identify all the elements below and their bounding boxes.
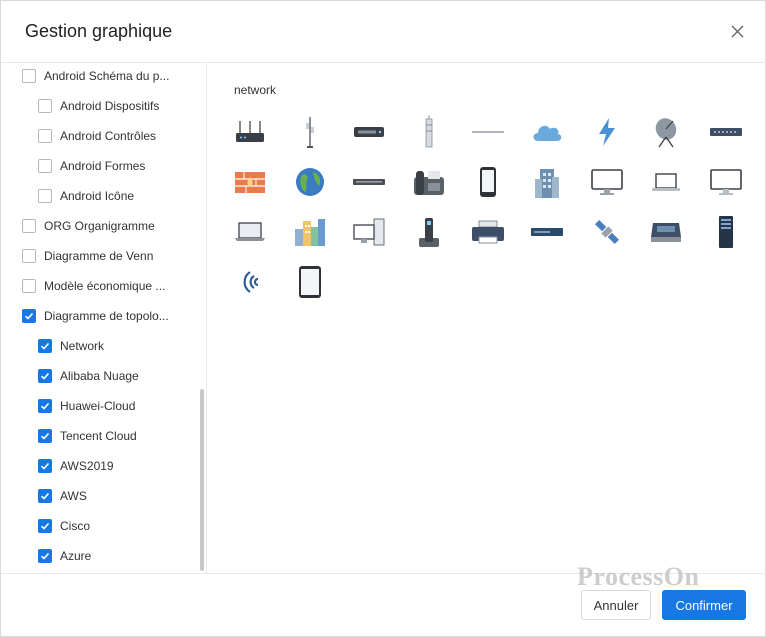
checkbox[interactable]	[38, 159, 52, 173]
checkbox-checked[interactable]	[38, 549, 52, 563]
tree-item-android-formes[interactable]: Android Formes	[38, 156, 145, 176]
tree-item-label: Modèle économique ...	[44, 279, 166, 293]
checkbox[interactable]	[22, 69, 36, 83]
fax-machine-icon[interactable]	[405, 160, 453, 204]
tree-item-label: Android Icône	[60, 189, 135, 203]
server-tower-icon[interactable]	[702, 210, 750, 254]
rack-server-icon[interactable]	[523, 210, 571, 254]
tree-item-label: Cisco	[60, 519, 91, 533]
dialog-title: Gestion graphique	[25, 21, 173, 41]
tree-item-alibaba[interactable]: Alibaba Nuage	[38, 366, 139, 386]
sidebar-scrollbar[interactable]	[200, 389, 204, 571]
city-buildings-icon[interactable]	[286, 210, 334, 254]
notebook-icon[interactable]	[226, 210, 274, 254]
router-icon[interactable]	[226, 110, 274, 154]
patch-panel-icon[interactable]	[702, 110, 750, 154]
scanner-icon[interactable]	[642, 210, 690, 254]
satellite-icon[interactable]	[583, 210, 631, 254]
tree-item-modele-economique[interactable]: Modèle économique ...	[22, 276, 165, 296]
checkbox-checked[interactable]	[38, 489, 52, 503]
tree-item-tencent[interactable]: Tencent Cloud	[38, 426, 137, 446]
processon-watermark: ProcessOn	[577, 562, 700, 591]
checkbox-checked[interactable]	[38, 519, 52, 533]
radio-tower-icon[interactable]	[405, 110, 453, 154]
shape-panel: network	[208, 63, 766, 573]
tree-item-aws2019[interactable]: AWS2019	[38, 456, 114, 476]
tree-item-android-icone[interactable]: Android Icône	[38, 186, 134, 206]
tree-item-label: Tencent Cloud	[60, 429, 137, 443]
checkbox-checked[interactable]	[38, 369, 52, 383]
category-tree: Android Schéma du p... Android Dispositi…	[1, 63, 207, 573]
tree-item-huawei[interactable]: Huawei-Cloud	[38, 396, 135, 416]
tree-item-cisco[interactable]: Cisco	[38, 516, 90, 536]
checkbox[interactable]	[38, 99, 52, 113]
tree-item-topologie[interactable]: Diagramme de topolo...	[22, 306, 169, 326]
checkbox[interactable]	[22, 249, 36, 263]
tree-item-label: Android Contrôles	[60, 129, 157, 143]
tree-item-label: Android Dispositifs	[60, 99, 160, 113]
checkbox[interactable]	[22, 279, 36, 293]
laptop-icon[interactable]	[642, 160, 690, 204]
cloud-icon[interactable]	[523, 110, 571, 154]
smartphone-icon[interactable]	[464, 160, 512, 204]
tree-item-label: Network	[60, 339, 105, 353]
firewall-icon[interactable]	[226, 160, 274, 204]
close-icon[interactable]	[727, 21, 749, 43]
tree-item-label: ORG Organigramme	[44, 219, 155, 233]
globe-icon[interactable]	[286, 160, 334, 204]
tree-item-azure[interactable]: Azure	[38, 546, 91, 566]
tree-item-label: AWS	[60, 489, 87, 503]
checkbox[interactable]	[38, 189, 52, 203]
graphics-management-dialog: Gestion graphique Android Schéma du p...…	[0, 0, 766, 637]
hub-icon[interactable]	[345, 160, 393, 204]
dialog-footer: ProcessOn Annuler Confirmer	[1, 562, 766, 637]
tree-item-label: Azure	[60, 549, 92, 563]
tree-item-label: Diagramme de Venn	[44, 249, 154, 263]
tree-item-label: AWS2019	[60, 459, 114, 473]
checkbox[interactable]	[22, 219, 36, 233]
printer-icon[interactable]	[464, 210, 512, 254]
checkbox-checked[interactable]	[22, 309, 36, 323]
tree-item-label: Android Schéma du p...	[44, 69, 170, 83]
desktop-computer-icon[interactable]	[345, 210, 393, 254]
cancel-button[interactable]: Annuler	[581, 590, 651, 620]
cordless-phone-icon[interactable]	[405, 210, 453, 254]
tree-item-aws[interactable]: AWS	[38, 486, 87, 506]
lightning-icon[interactable]	[583, 110, 631, 154]
confirm-button[interactable]: Confirmer	[662, 590, 746, 620]
tree-item-label: Alibaba Nuage	[60, 369, 139, 383]
checkbox-checked[interactable]	[38, 339, 52, 353]
dialog-header: Gestion graphique	[1, 1, 766, 63]
tree-item-android-controles[interactable]: Android Contrôles	[38, 126, 156, 146]
wireless-signal-icon[interactable]	[226, 260, 274, 304]
tree-item-label: Diagramme de topolo...	[44, 309, 169, 323]
tree-item-label: Android Formes	[60, 159, 146, 173]
tree-item-android-schema[interactable]: Android Schéma du p...	[22, 66, 169, 86]
checkbox-checked[interactable]	[38, 399, 52, 413]
checkbox-checked[interactable]	[38, 429, 52, 443]
tablet-icon[interactable]	[286, 260, 334, 304]
monitor-icon[interactable]	[702, 160, 750, 204]
tree-item-label: Huawei-Cloud	[60, 399, 136, 413]
tree-item-venn[interactable]: Diagramme de Venn	[22, 246, 153, 266]
satellite-dish-icon[interactable]	[642, 110, 690, 154]
imac-icon[interactable]	[583, 160, 631, 204]
checkbox[interactable]	[38, 129, 52, 143]
office-building-icon[interactable]	[523, 160, 571, 204]
tree-item-network[interactable]: Network	[38, 336, 104, 356]
network-switch-icon[interactable]	[345, 110, 393, 154]
tree-item-org-organigramme[interactable]: ORG Organigramme	[22, 216, 155, 236]
section-title: network	[234, 83, 277, 97]
checkbox-checked[interactable]	[38, 459, 52, 473]
antenna-tower-icon[interactable]	[286, 110, 334, 154]
tree-item-android-dispositifs[interactable]: Android Dispositifs	[38, 96, 159, 116]
cable-icon[interactable]	[464, 110, 512, 154]
